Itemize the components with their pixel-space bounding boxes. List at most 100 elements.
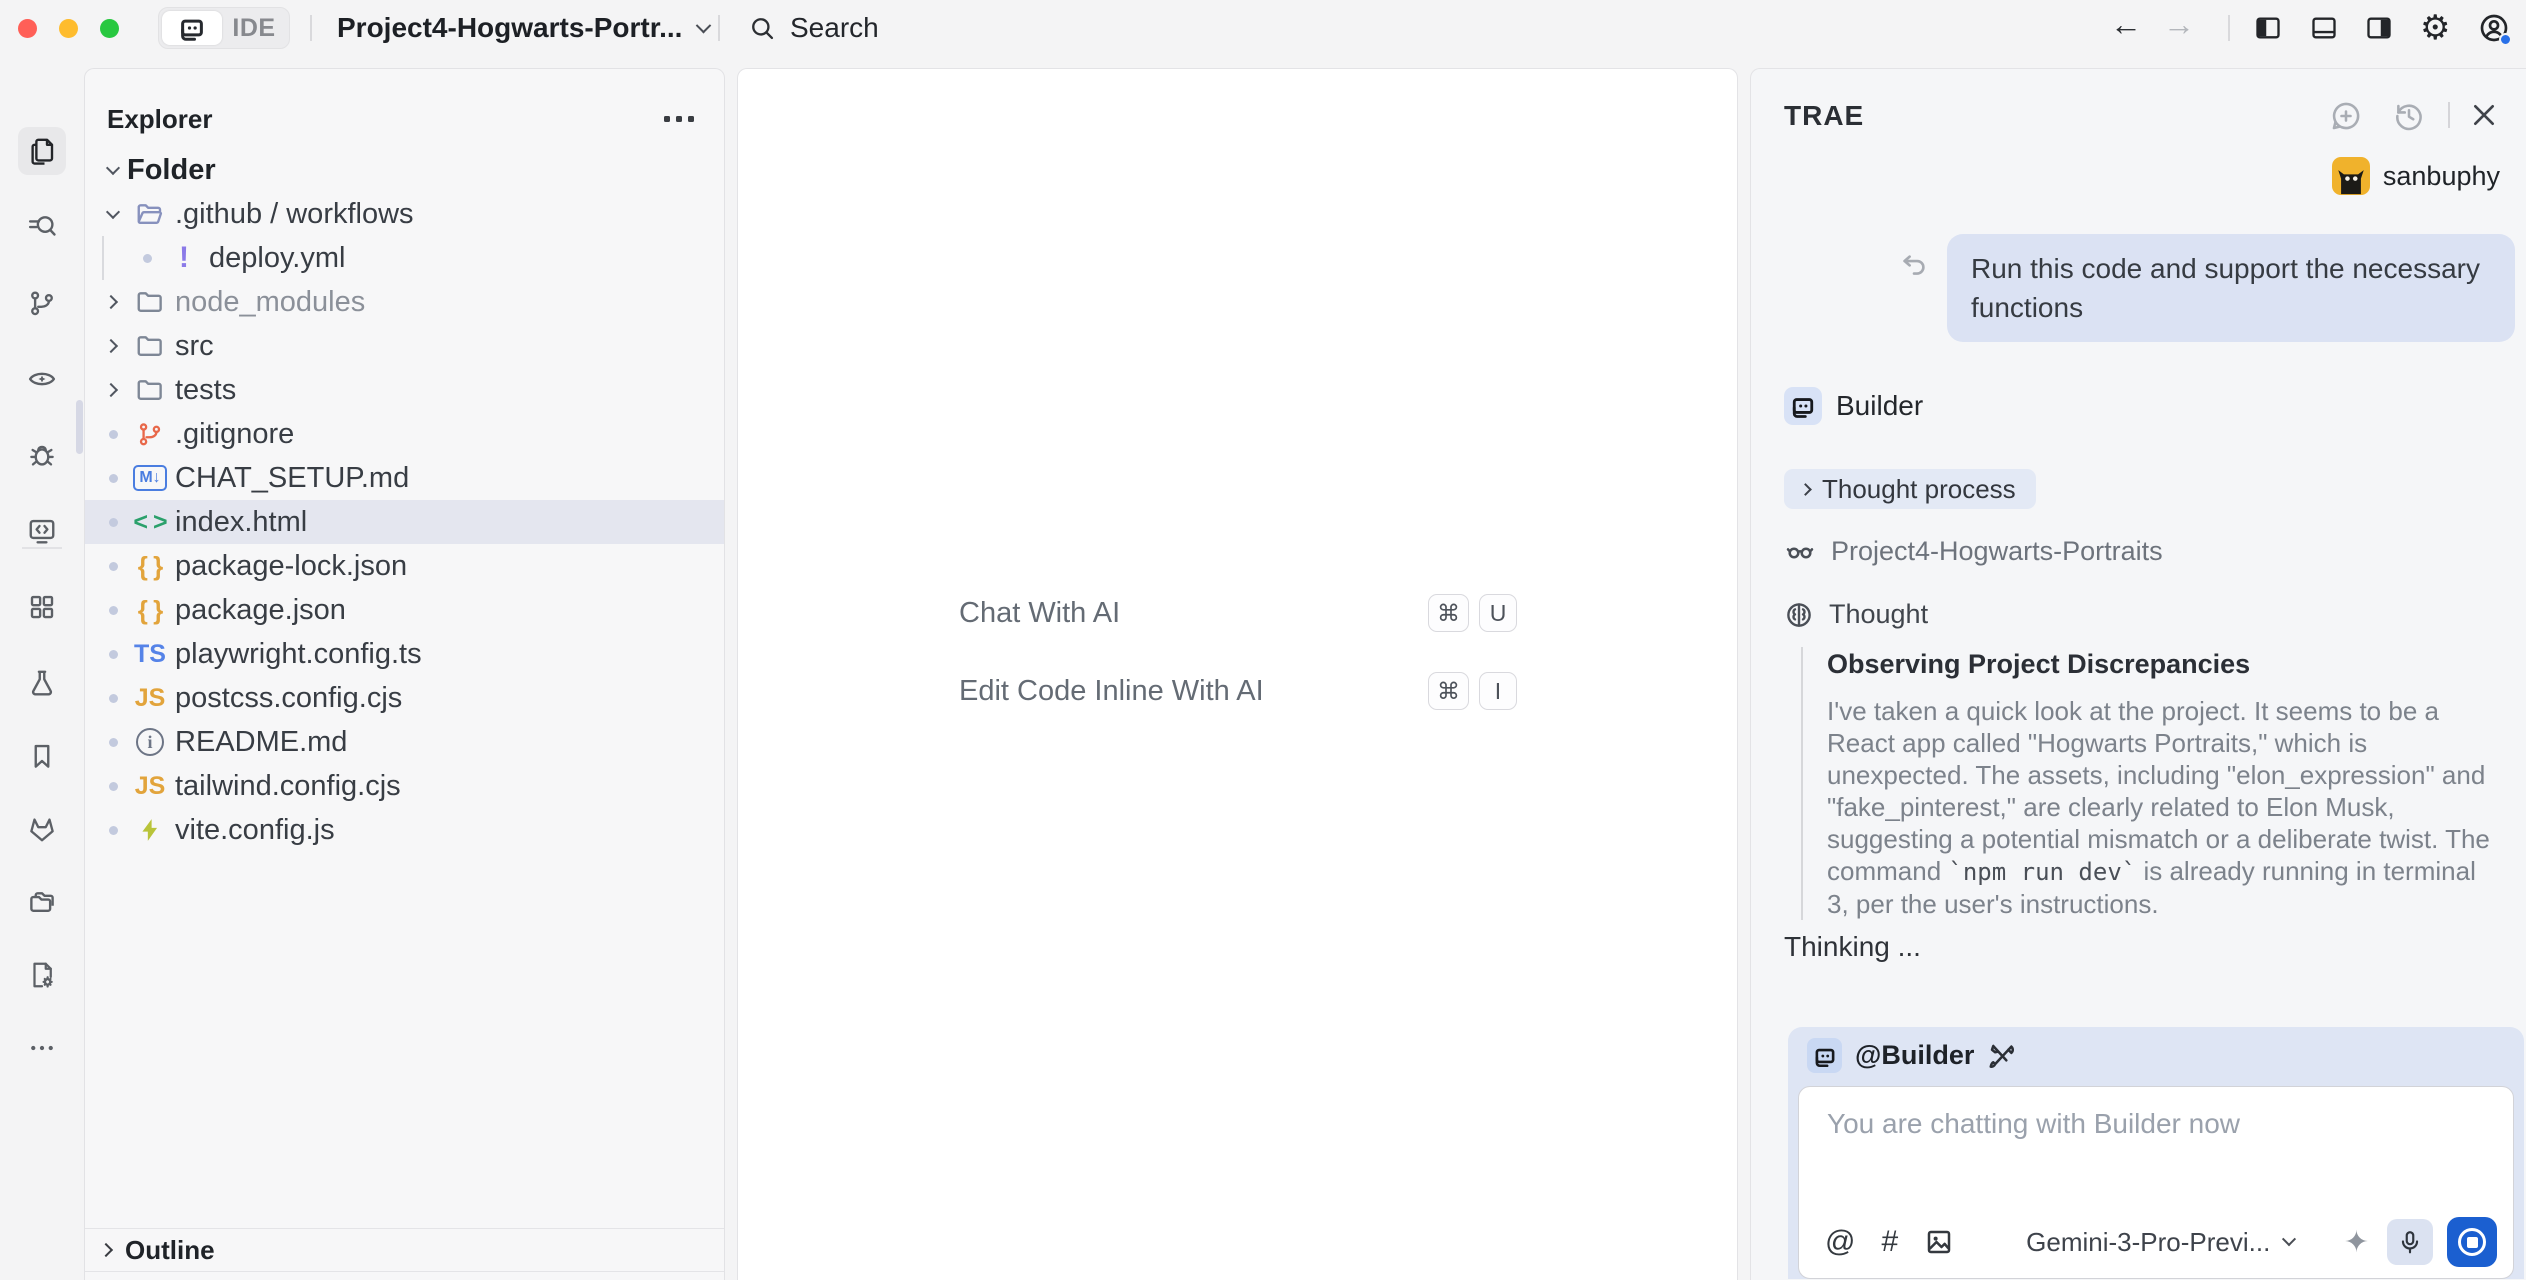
bookmark-icon[interactable] [18,732,66,780]
maximize-window-button[interactable] [100,19,119,38]
trae-mode-segment[interactable] [162,11,222,45]
search-panel-icon[interactable] [18,203,66,251]
explorer-more-button[interactable] [664,116,694,122]
revert-message-icon[interactable] [1899,251,1929,281]
projects-folder-icon[interactable] [18,878,66,926]
file-tree: Folder .github / workflows ! deploy.yml [85,148,724,852]
chat-composer: @Builder You are chatting with Builder n… [1788,1027,2524,1279]
tree-row-readme[interactable]: i README.md [85,720,724,764]
activity-bar [0,56,84,1280]
user-message-text: Run this code and support the necessary … [1971,253,2480,323]
gitlab-icon[interactable] [18,805,66,853]
modified-dot [99,518,127,527]
toggle-left-panel-button[interactable] [2254,14,2282,42]
back-button[interactable]: ← [2110,6,2142,43]
explorer-tab-icon[interactable] [18,127,66,175]
new-chat-icon[interactable] [2329,99,2363,133]
user-message-bubble[interactable]: Run this code and support the necessary … [1947,234,2515,342]
tree-row-tailwind-config[interactable]: JS tailwind.config.cjs [85,764,724,808]
tree-row-tests[interactable]: tests [85,368,724,412]
chevron-right-icon[interactable] [99,297,127,307]
more-actions-icon[interactable] [18,1024,66,1072]
chevron-down-icon[interactable] [99,211,127,217]
account-avatar[interactable] [2478,12,2510,49]
modified-dot [99,430,127,439]
tree-row-package-lock-json[interactable]: { } package-lock.json [85,544,724,588]
chevron-right-icon[interactable] [99,385,127,395]
tools-icon[interactable] [1987,1041,2017,1071]
modified-dot [133,254,161,263]
folder-icon [133,287,167,317]
u-keycap: U [1479,594,1517,632]
markdown-file-icon: M↓ [133,465,167,491]
preview-eye-icon[interactable] [18,355,66,403]
folder-open-icon [133,199,167,229]
close-window-button[interactable] [18,19,37,38]
info-file-icon: i [133,728,167,756]
test-flask-icon[interactable] [18,659,66,707]
modified-dot [99,606,127,615]
indent-guide [102,236,104,280]
tree-row-github-workflows[interactable]: .github / workflows [85,192,724,236]
tree-row-index-html[interactable]: < > index.html [85,500,724,544]
stop-generating-button[interactable] [2447,1217,2497,1267]
voice-input-button[interactable] [2387,1219,2433,1265]
window-controls[interactable] [18,19,119,38]
gear-icon[interactable]: ⚙ [2420,8,2450,48]
project-selector[interactable]: Project4-Hogwarts-Portr... [337,12,709,44]
editor-area: Chat With AI ⌘ U Edit Code Inline With A… [737,68,1738,1280]
thought-title: Observing Project Discrepancies [1827,647,2495,681]
tree-row-src[interactable]: src [85,324,724,368]
outline-section[interactable]: Outline [85,1228,724,1272]
thought-body: I've taken a quick look at the project. … [1827,695,2495,920]
glasses-icon [1784,535,1816,567]
mention-label[interactable]: @Builder [1855,1040,1974,1071]
thought-process-toggle[interactable]: Thought process [1784,469,2036,509]
tree-row-gitignore[interactable]: .gitignore [85,412,724,456]
tree-row-package-json[interactable]: { } package.json [85,588,724,632]
close-panel-icon[interactable] [2468,99,2500,131]
context-hash-icon[interactable]: # [1881,1225,1898,1259]
tree-row-chat-setup-md[interactable]: M↓ CHAT_SETUP.md [85,456,724,500]
project-reference-label: Project4-Hogwarts-Portraits [1831,536,2163,567]
user-avatar[interactable] [2332,157,2370,195]
code-settings-file-icon[interactable] [18,951,66,999]
tree-row-node-modules[interactable]: node_modules [85,280,724,324]
model-selector[interactable]: Gemini-3-Pro-Previ... [2026,1227,2294,1258]
mention-at-icon[interactable]: @ [1825,1225,1855,1259]
ide-mode-segment[interactable]: IDE [222,14,286,43]
explorer-scrollbar-thumb[interactable] [76,400,83,454]
tree-row-folder-root[interactable]: Folder [85,148,724,192]
chat-input[interactable]: You are chatting with Builder now @ # Ge… [1798,1086,2514,1279]
project-reference-row[interactable]: Project4-Hogwarts-Portraits [1784,535,2163,567]
extensions-grid-icon[interactable] [18,583,66,631]
title-bar: IDE Project4-Hogwarts-Portr... Search ← … [0,0,2526,56]
tree-row-deploy-yml[interactable]: ! deploy.yml [85,236,724,280]
attach-image-icon[interactable] [1924,1227,1954,1257]
search-label: Search [790,12,879,44]
forward-button[interactable]: → [2163,6,2195,43]
tree-row-vite-config[interactable]: vite.config.js [85,808,724,852]
shortcut-label: Chat With AI [959,597,1120,630]
thought-process-label: Thought process [1822,474,2016,505]
json-file-icon: { } [133,551,167,582]
tree-row-postcss-config[interactable]: JS postcss.config.cjs [85,676,724,720]
toggle-right-panel-button[interactable] [2365,14,2393,42]
brain-icon [1784,600,1814,630]
minimize-window-button[interactable] [59,19,78,38]
source-control-icon[interactable] [18,279,66,327]
chevron-down-icon[interactable] [99,167,127,173]
tree-row-playwright-config[interactable]: TS playwright.config.ts [85,632,724,676]
stop-icon [2458,1228,2486,1256]
javascript-file-icon: JS [133,772,167,801]
debug-bug-icon[interactable] [18,431,66,479]
vite-lightning-icon [133,817,167,843]
toggle-bottom-panel-button[interactable] [2310,14,2338,42]
global-search[interactable]: Search [748,12,879,44]
history-icon[interactable] [2392,99,2426,133]
mention-row: @Builder [1788,1027,2524,1073]
command-keycap: ⌘ [1428,594,1469,632]
mode-toggle[interactable]: IDE [158,7,290,49]
enhance-sparkle-icon[interactable]: ✦ [2344,1225,2369,1260]
chevron-right-icon[interactable] [99,341,127,351]
